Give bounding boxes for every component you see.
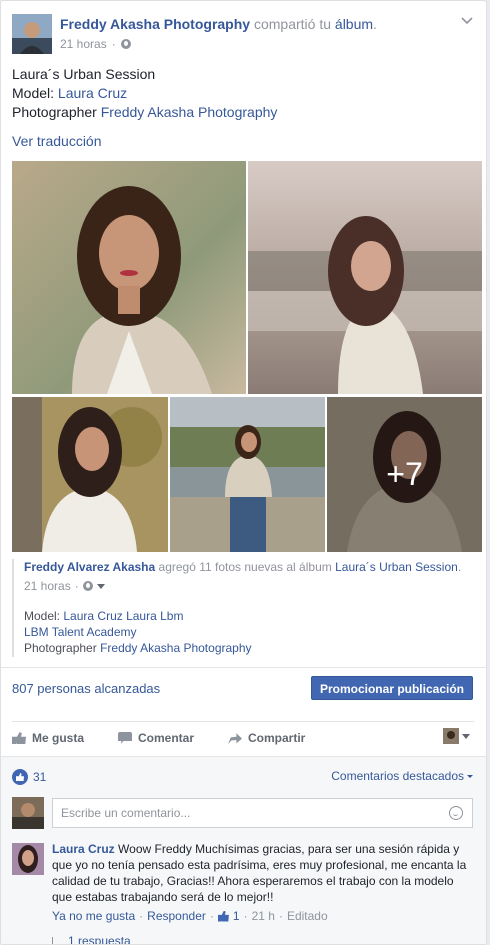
post-time[interactable]: 21 horas <box>60 37 107 51</box>
chevron-down-icon <box>462 733 470 739</box>
post-text-line-1: Laura´s Urban Session <box>12 66 156 82</box>
replies-count: 1 respuesta <box>68 934 131 945</box>
reply-link[interactable]: Responder <box>147 908 206 924</box>
audience-dropdown-icon[interactable] <box>96 583 105 589</box>
post-text-line-3: Photographer Freddy Akasha Photography <box>12 103 277 122</box>
story-agency-link[interactable]: LBM Talent Academy <box>24 624 474 640</box>
comment-body: Laura Cruz Woow Freddy Muchísimas gracia… <box>52 841 473 924</box>
comment-text-block: Laura Cruz Woow Freddy Muchísimas gracia… <box>52 841 473 905</box>
story-album-link[interactable]: Laura´s Urban Session <box>335 560 458 574</box>
promote-post-button[interactable]: Promocionar publicación <box>310 676 473 700</box>
comment-meta: Ya no me gusta · Responder · 1 · 21 h · … <box>52 908 473 924</box>
share-icon <box>228 733 242 744</box>
album-photo-1[interactable] <box>12 161 246 394</box>
post-actions-bar: Me gusta Comentar Compartir <box>12 721 474 753</box>
more-photos-overlay[interactable]: +7 <box>327 397 482 552</box>
story-caption-line-1: Model: Laura Cruz Laura Lbm <box>24 608 474 624</box>
globe-icon <box>120 39 131 49</box>
view-replies-link[interactable]: 1 respuesta <box>52 934 131 945</box>
divider <box>1 667 486 668</box>
separator: · <box>111 37 116 51</box>
reply-arrow-icon <box>52 937 62 944</box>
story-headline: Freddy Alvarez Akasha agregó 11 fotos nu… <box>24 559 474 575</box>
photographer-link[interactable]: Freddy Akasha Photography <box>101 104 278 120</box>
reactions-summary[interactable]: 31 <box>12 769 46 785</box>
shared-album-story: Freddy Alvarez Akasha agregó 11 fotos nu… <box>12 559 474 657</box>
people-reached-link[interactable]: 807 personas alcanzadas <box>12 681 160 696</box>
comment-time[interactable]: 21 h <box>252 908 275 924</box>
album-photo-4[interactable] <box>170 397 325 552</box>
post-text-line-2: Model: Laura Cruz <box>12 84 277 103</box>
like-reaction-icon <box>12 769 28 785</box>
album-photo-3[interactable] <box>12 397 168 552</box>
commenter-avatar[interactable] <box>12 843 44 875</box>
comment-button[interactable]: Comentar <box>118 722 194 754</box>
photographer-label: Photographer <box>24 641 97 655</box>
share-label: Compartir <box>248 731 306 745</box>
actor-avatar <box>443 728 459 744</box>
globe-icon <box>82 581 93 591</box>
album-photo-5[interactable]: +7 <box>327 397 482 552</box>
period: . <box>373 16 377 32</box>
commenter-name-link[interactable]: Laura Cruz <box>52 842 115 856</box>
unlike-link[interactable]: Ya no me gusta <box>52 908 135 924</box>
post-header: Freddy Akasha Photography compartió tu á… <box>12 14 474 56</box>
separator: · <box>74 579 79 593</box>
story-photographer-link[interactable]: Freddy Akasha Photography <box>100 641 251 655</box>
post-card: Freddy Akasha Photography compartió tu á… <box>0 0 487 945</box>
story-caption: Model: Laura Cruz Laura Lbm LBM Talent A… <box>24 608 474 656</box>
story-action: agregó 11 fotos nuevas al álbum <box>158 560 332 574</box>
shared-action-text: compartió tu <box>253 16 332 32</box>
comment-composer <box>12 797 473 831</box>
model-link[interactable]: Laura Cruz <box>58 85 127 101</box>
like-button[interactable]: Me gusta <box>12 722 84 754</box>
chevron-down-icon[interactable] <box>460 14 474 28</box>
story-time[interactable]: 21 horas <box>24 578 71 594</box>
page-avatar[interactable] <box>12 14 52 54</box>
emoji-icon[interactable] <box>449 806 463 820</box>
comment-like-count[interactable]: 1 <box>233 908 240 924</box>
separator: · <box>139 909 144 923</box>
story-meta: 21 horas · <box>24 578 474 594</box>
chevron-down-icon <box>467 774 473 778</box>
separator: · <box>209 909 214 923</box>
share-button[interactable]: Compartir <box>228 722 305 754</box>
page-name-link[interactable]: Freddy Akasha Photography <box>60 16 250 32</box>
like-label: Me gusta <box>32 731 85 745</box>
comment-input[interactable] <box>52 798 473 828</box>
comments-section: 31 Comentarios destacados Laura Cruz Woo… <box>1 756 486 944</box>
user-avatar <box>12 797 44 829</box>
period: . <box>457 560 462 574</box>
thumbs-up-icon <box>12 732 26 744</box>
separator: · <box>243 909 248 923</box>
comment-label: Comentar <box>138 731 195 745</box>
post-as-selector[interactable] <box>443 728 470 744</box>
header-title: Freddy Akasha Photography compartió tu á… <box>60 16 377 32</box>
like-count: 31 <box>33 770 47 784</box>
model-label: Model: <box>12 85 55 101</box>
story-model-link[interactable]: Laura Cruz Laura Lbm <box>63 609 183 623</box>
post-meta: 21 horas · <box>60 37 131 51</box>
story-author-link[interactable]: Freddy Alvarez Akasha <box>24 560 155 574</box>
album-link[interactable]: álbum <box>335 16 373 32</box>
separator: · <box>278 909 283 923</box>
comment-sort-dropdown[interactable]: Comentarios destacados <box>331 769 473 783</box>
model-label: Model: <box>24 609 61 623</box>
edited-label[interactable]: Editado <box>287 908 328 924</box>
thumbs-up-icon <box>217 910 229 922</box>
album-photo-2[interactable] <box>248 161 482 394</box>
comment-icon <box>118 732 132 744</box>
story-caption-line-3: Photographer Freddy Akasha Photography <box>24 640 474 656</box>
post-text: Laura´s Urban Session Model: Laura Cruz … <box>12 65 277 122</box>
see-translation-link[interactable]: Ver traducción <box>12 133 102 149</box>
photographer-label: Photographer <box>12 104 97 120</box>
comment-text: Woow Freddy Muchísimas gracias, para ser… <box>52 842 467 904</box>
comment-sort-label: Comentarios destacados <box>331 769 464 783</box>
